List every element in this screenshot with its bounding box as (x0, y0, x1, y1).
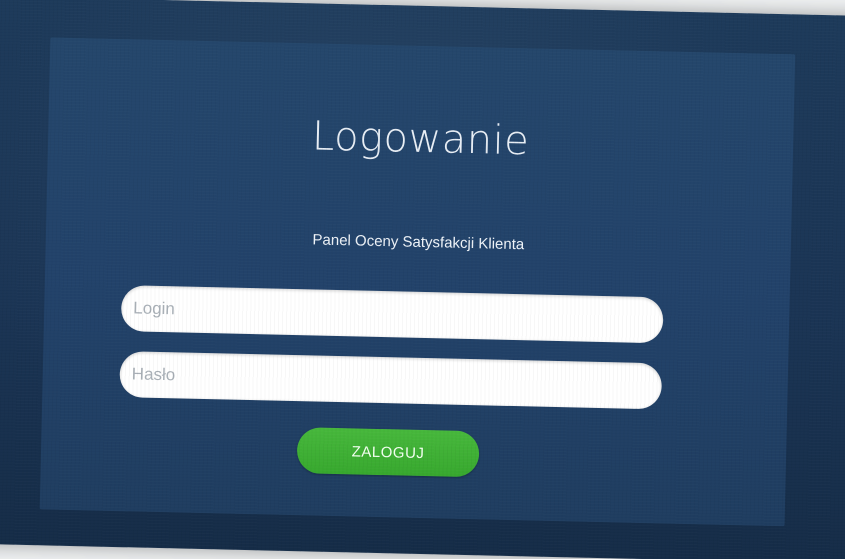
login-input[interactable] (120, 285, 664, 344)
photo-scene: Logowanie Panel Oceny Satysfakcji Klient… (0, 0, 845, 559)
login-panel: Logowanie Panel Oceny Satysfakcji Klient… (39, 37, 796, 527)
login-button[interactable]: ZALOGUJ (296, 427, 480, 478)
monitor-screen: Logowanie Panel Oceny Satysfakcji Klient… (0, 0, 845, 559)
password-input[interactable] (119, 351, 663, 410)
page-title: Logowanie (311, 113, 530, 165)
app-subtitle: Panel Oceny Satysfakcji Klienta (312, 231, 525, 254)
